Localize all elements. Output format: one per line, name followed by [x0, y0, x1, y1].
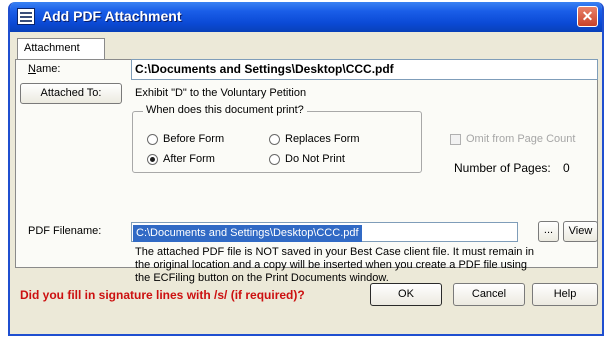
attached-to-value: Exhibit "D" to the Voluntary Petition: [135, 87, 307, 99]
name-label: Name:: [28, 63, 60, 75]
window-title: Add PDF Attachment: [42, 8, 182, 24]
help-button[interactable]: Help: [532, 283, 598, 306]
pdf-filename-input[interactable]: C:\Documents and Settings\Desktop\CCC.pd…: [131, 222, 518, 242]
tab-attachment[interactable]: Attachment: [17, 38, 105, 60]
name-label-accel: N: [28, 63, 36, 75]
cancel-button[interactable]: Cancel: [453, 283, 525, 306]
radio-replaces-form-label[interactable]: Replaces Form: [285, 133, 360, 145]
signature-warning: Did you fill in signature lines with /s/…: [20, 288, 305, 302]
pdf-filename-value: C:\Documents and Settings\Desktop\CCC.pd…: [133, 225, 362, 242]
title-bar[interactable]: Add PDF Attachment ✕: [10, 2, 602, 32]
omit-page-count-checkbox[interactable]: [450, 134, 461, 145]
browse-button[interactable]: ...: [538, 221, 559, 242]
close-button[interactable]: ✕: [577, 6, 598, 27]
radio-replaces-form[interactable]: [269, 134, 280, 145]
name-field[interactable]: C:\Documents and Settings\Desktop\CCC.pd…: [131, 59, 598, 80]
omit-page-count-label[interactable]: Omit from Page Count: [466, 133, 575, 145]
pages-label: Number of Pages:: [454, 161, 551, 175]
radio-before-form-label[interactable]: Before Form: [163, 133, 224, 145]
close-icon: ✕: [581, 8, 594, 24]
radio-do-not-print-label[interactable]: Do Not Print: [285, 153, 345, 165]
attached-to-button[interactable]: Attached To:: [20, 83, 122, 104]
note-line: the original location and a copy will be…: [135, 259, 527, 271]
radio-do-not-print[interactable]: [269, 154, 280, 165]
view-button[interactable]: View: [563, 221, 598, 242]
ok-button[interactable]: OK: [370, 283, 442, 306]
radio-before-form[interactable]: [147, 134, 158, 145]
dialog-window: Add PDF Attachment ✕ Attachment Name: C:…: [8, 2, 604, 336]
note-line: the ECFiling button on the Print Documen…: [135, 272, 389, 284]
radio-after-form-label[interactable]: After Form: [163, 153, 215, 165]
note-line: The attached PDF file is NOT saved in yo…: [135, 246, 535, 258]
print-group-title: When does this document print?: [143, 104, 307, 116]
name-label-rest: ame:: [35, 63, 61, 75]
app-icon: [17, 8, 35, 25]
radio-after-form[interactable]: [147, 154, 158, 165]
pages-value: 0: [563, 161, 570, 175]
pdf-filename-label: PDF Filename:: [28, 225, 102, 237]
